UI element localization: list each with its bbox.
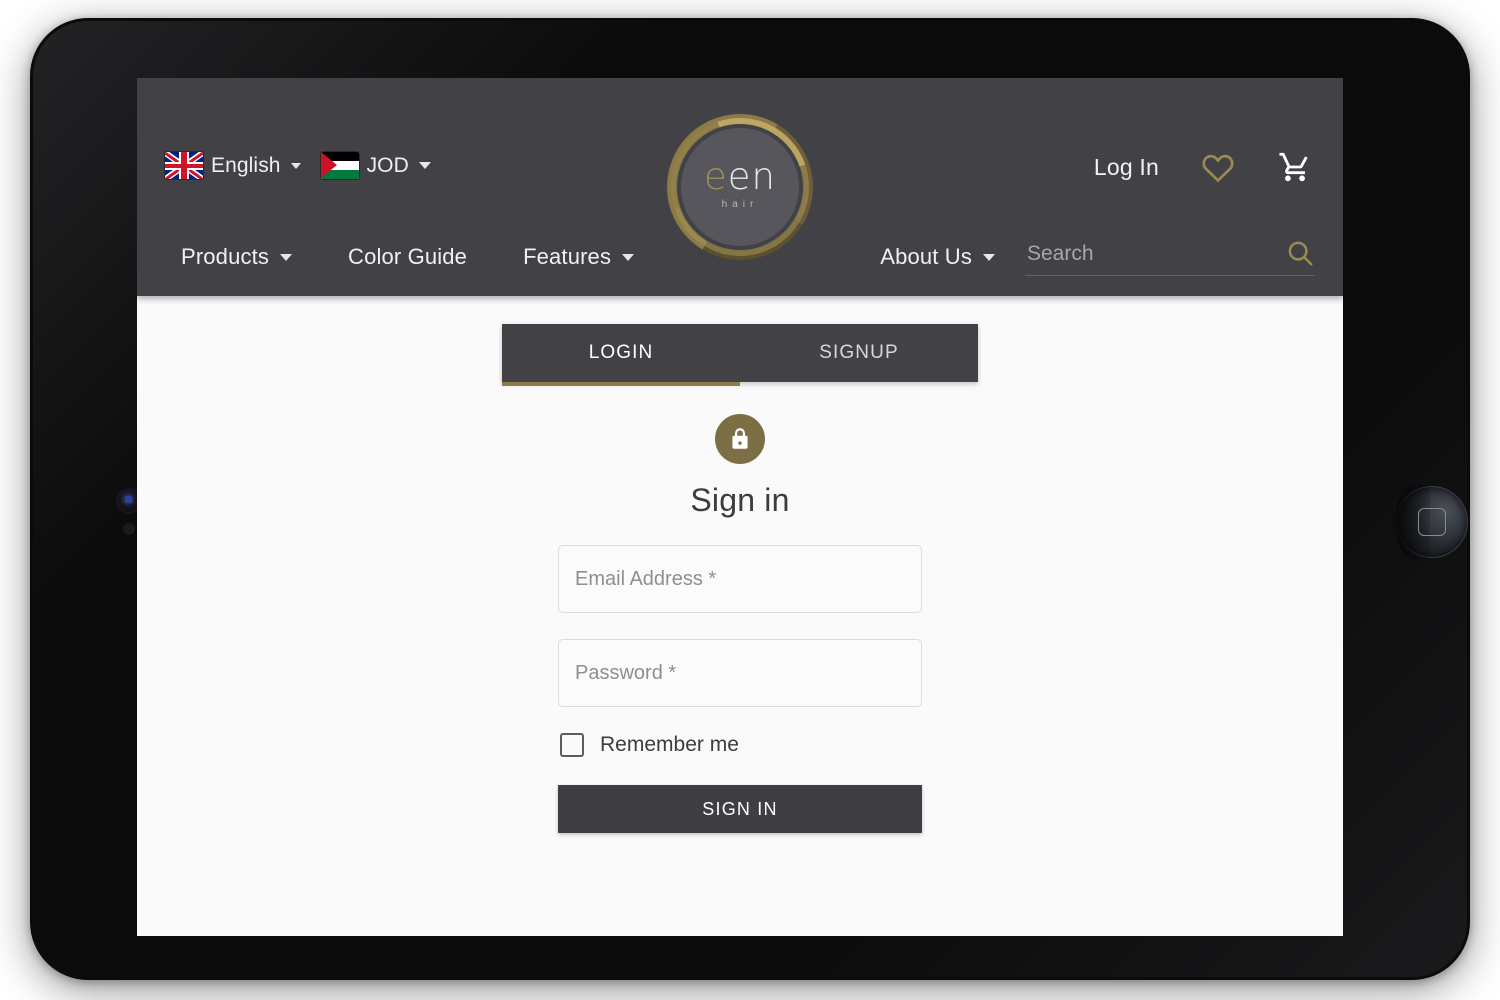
device-stage: English JOD een hair Log In Products Col… <box>0 0 1500 1000</box>
tablet-device-frame: English JOD een hair Log In Products Col… <box>30 18 1470 980</box>
tab-label: SIGNUP <box>819 342 899 363</box>
remember-me-label: Remember me <box>600 733 739 756</box>
header-topbar: English JOD een hair Log In <box>137 78 1343 280</box>
chevron-down-icon <box>622 253 635 261</box>
chevron-down-icon <box>290 162 301 169</box>
nav-secondary-area: About Us <box>880 218 1315 296</box>
uk-flag-icon <box>165 152 203 179</box>
tab-signup[interactable]: SIGNUP <box>740 324 978 382</box>
email-input[interactable] <box>575 567 905 591</box>
nav-item-about-us[interactable]: About Us <box>880 244 995 270</box>
log-in-link[interactable]: Log In <box>1094 154 1159 181</box>
header-actions: Log In <box>1094 150 1313 184</box>
password-input[interactable] <box>575 661 905 685</box>
nav-item-features[interactable]: Features <box>523 244 635 270</box>
email-field[interactable] <box>558 545 922 613</box>
search-input[interactable] <box>1025 238 1315 276</box>
language-label: English <box>211 153 281 177</box>
page-title: Sign in <box>690 482 790 518</box>
logo-wordmark: een <box>704 154 776 198</box>
nav-primary-links: Products Color Guide Features <box>181 218 635 296</box>
password-field[interactable] <box>558 639 922 707</box>
main-navigation: Products Color Guide Features About Us S… <box>137 218 1343 296</box>
sign-in-button[interactable]: SIGN IN <box>558 785 922 833</box>
chevron-down-icon <box>280 253 293 261</box>
home-button[interactable] <box>1395 485 1468 559</box>
search-icon[interactable] <box>1285 238 1315 268</box>
chevron-down-icon <box>418 162 431 169</box>
language-selector[interactable]: English <box>165 152 301 179</box>
nav-item-label: About Us <box>880 244 972 269</box>
nav-item-label: Color Guide <box>348 244 468 269</box>
search-box <box>1025 238 1315 276</box>
tablet-screen: English JOD een hair Log In Products Col… <box>137 78 1343 936</box>
currency-label: JOD <box>366 153 409 177</box>
auth-page-body: LOGIN SIGNUP Sign in Email Address * Rem… <box>137 296 1343 936</box>
tab-label: LOGIN <box>588 342 654 363</box>
locale-selectors: English JOD <box>165 152 431 179</box>
tab-login[interactable]: LOGIN <box>502 324 740 386</box>
sign-in-form: Sign in Remember me SIGN IN <box>558 414 922 833</box>
logo-tagline: hair <box>721 198 759 210</box>
remember-me-checkbox[interactable] <box>560 733 584 757</box>
auth-tab-bar: LOGIN SIGNUP <box>502 324 978 386</box>
nav-item-label: Features <box>523 244 612 269</box>
chevron-down-icon <box>983 253 995 261</box>
jordan-flag-icon <box>320 152 359 179</box>
currency-selector[interactable]: JOD <box>320 152 431 179</box>
ambient-sensor-icon <box>123 523 135 535</box>
site-header: English JOD een hair Log In Products Col… <box>137 78 1343 296</box>
heart-icon[interactable] <box>1201 152 1235 183</box>
nav-item-color-guide[interactable]: Color Guide <box>348 244 467 270</box>
remember-me-row: Remember me <box>558 733 922 757</box>
nav-item-label: Products <box>181 244 270 269</box>
lock-icon <box>715 414 765 464</box>
nav-item-products[interactable]: Products <box>181 244 293 270</box>
logo-wordmark-group: een hair <box>704 158 776 210</box>
shopping-cart-icon[interactable] <box>1277 150 1313 184</box>
